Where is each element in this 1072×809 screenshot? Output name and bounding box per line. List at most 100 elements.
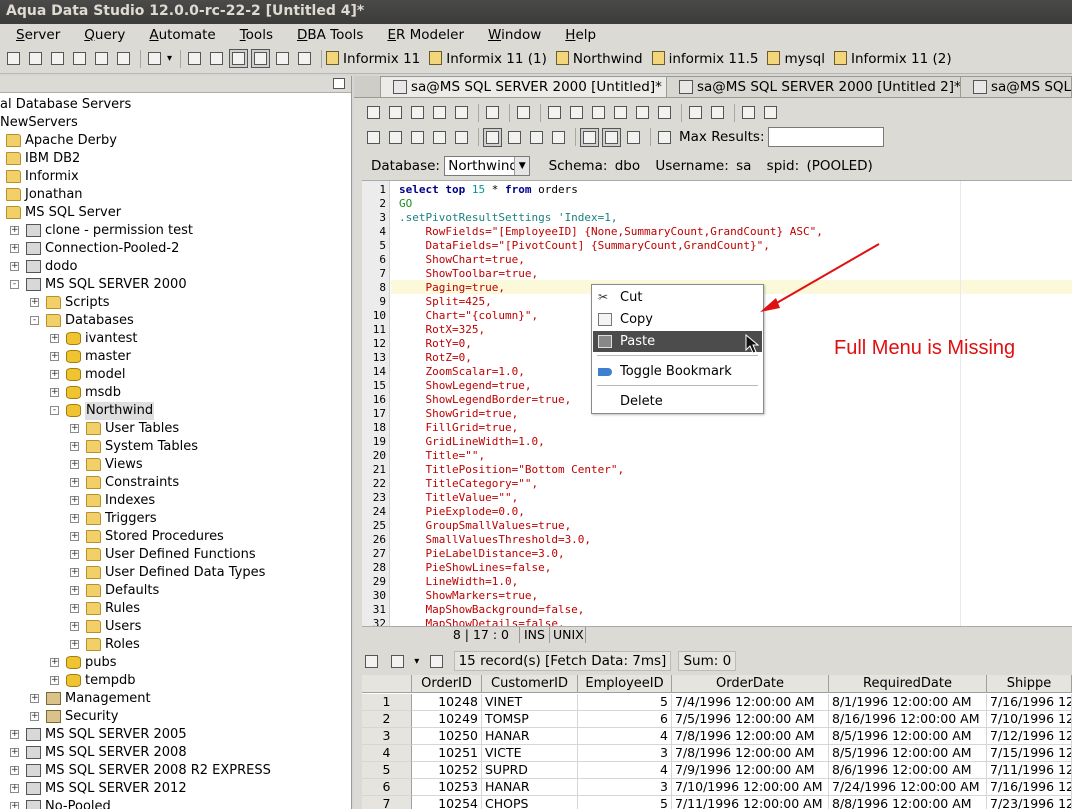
schema-script-icon[interactable] (92, 49, 111, 68)
tree-node[interactable]: + User Tables (0, 420, 351, 438)
expand-icon[interactable]: + (70, 586, 79, 595)
tree-node[interactable]: + System Tables (0, 438, 351, 456)
expand-icon[interactable]: + (10, 262, 19, 271)
menu-automate[interactable]: Automate (137, 24, 227, 46)
tree-node[interactable]: + Connection-Pooled-2 (0, 240, 351, 258)
new-icon[interactable] (364, 103, 383, 122)
export-dropdown-icon[interactable]: ▾ (414, 656, 419, 667)
tree-node[interactable]: + User Defined Functions (0, 546, 351, 564)
expand-icon[interactable]: + (30, 694, 39, 703)
expand-icon[interactable]: + (70, 496, 79, 505)
connection-button[interactable]: Informix 11 (2) (833, 50, 952, 67)
expand-icon[interactable]: + (70, 604, 79, 613)
editor-tab[interactable]: sa@MS SQL (960, 76, 1072, 97)
tree-node[interactable]: + ivantest (0, 330, 351, 348)
row-number[interactable]: 6 (362, 779, 412, 796)
tree-node[interactable]: -MS SQL Server (0, 204, 351, 222)
expand-icon[interactable]: + (50, 676, 59, 685)
expand-icon[interactable]: + (10, 802, 19, 809)
open-icon[interactable] (386, 103, 405, 122)
row-number[interactable]: 2 (362, 711, 412, 728)
chevron-down-icon[interactable]: ▾ (167, 53, 172, 64)
expand-icon[interactable]: + (10, 784, 19, 793)
database-select[interactable]: Northwind ▼ (444, 156, 531, 176)
query-analyzer-icon[interactable] (70, 49, 89, 68)
print-icon[interactable] (483, 103, 502, 122)
expand-icon[interactable]: + (50, 370, 59, 379)
tree-node[interactable]: + model (0, 366, 351, 384)
tree-node[interactable]: +Informix (0, 168, 351, 186)
pivot-icon[interactable] (624, 128, 643, 147)
tree-node[interactable]: NewServers (0, 114, 351, 132)
row-number[interactable]: 5 (362, 762, 412, 779)
tree-node[interactable]: + Security (0, 708, 351, 726)
column-header[interactable]: OrderID (412, 675, 482, 693)
execute-icon[interactable] (386, 128, 405, 147)
tree-node[interactable]: + No-Pooled (0, 798, 351, 809)
connection-button[interactable]: Informix 11 (1) (429, 50, 547, 67)
expand-icon[interactable]: + (10, 730, 19, 739)
commit-icon[interactable] (505, 128, 524, 147)
expand-icon[interactable]: + (70, 550, 79, 559)
select-all-icon[interactable] (545, 103, 564, 122)
results-grid-icon[interactable] (362, 652, 381, 671)
expand-icon[interactable]: + (30, 298, 39, 307)
expand-icon[interactable]: + (30, 712, 39, 721)
context-menu-item-toggle-bookmark[interactable]: Toggle Bookmark (593, 361, 762, 382)
collapse-icon[interactable]: - (30, 316, 39, 325)
save-icon[interactable] (408, 103, 427, 122)
redo-icon[interactable] (655, 103, 674, 122)
tree-node[interactable]: al Database Servers (0, 96, 351, 114)
history-icon[interactable] (145, 49, 164, 68)
tree-node[interactable]: + Views (0, 456, 351, 474)
grid-layout-icon[interactable] (229, 49, 249, 68)
tree-node[interactable]: + Rules (0, 600, 351, 618)
copy-icon[interactable] (589, 103, 608, 122)
tree-node[interactable]: + pubs (0, 654, 351, 672)
expand-icon[interactable]: + (70, 442, 79, 451)
clear-icon[interactable] (655, 128, 674, 147)
expand-icon[interactable]: + (70, 460, 79, 469)
expand-icon[interactable]: + (50, 334, 59, 343)
panel-icon[interactable] (273, 49, 292, 68)
tree-node[interactable]: + Indexes (0, 492, 351, 510)
expand-icon[interactable]: + (70, 568, 79, 577)
expand-icon[interactable]: + (10, 748, 19, 757)
expand-icon[interactable]: + (70, 532, 79, 541)
autocommit-icon[interactable] (549, 128, 568, 147)
editor-tab[interactable]: sa@MS SQL SERVER 2000 [Untitled 2]*✕ (666, 76, 982, 97)
context-menu-item-paste[interactable]: Paste (593, 331, 762, 352)
tree-node[interactable]: + Constraints (0, 474, 351, 492)
save-as-icon[interactable] (430, 103, 449, 122)
expand-icon[interactable]: + (70, 514, 79, 523)
tile-icon[interactable] (185, 49, 204, 68)
tree-node[interactable]: + MS SQL SERVER 2005 (0, 726, 351, 744)
compare-icon[interactable] (114, 49, 133, 68)
maximize-panel-icon[interactable] (333, 78, 345, 89)
expand-icon[interactable]: + (70, 622, 79, 631)
tree-node[interactable]: - Databases (0, 312, 351, 330)
tree-node[interactable]: + User Defined Data Types (0, 564, 351, 582)
comment-icon[interactable] (761, 103, 780, 122)
connection-button[interactable]: Northwind (555, 50, 643, 67)
menu-dba-tools[interactable]: DBA Tools (285, 24, 375, 46)
stop-icon[interactable] (452, 128, 471, 147)
row-number[interactable]: 1 (362, 694, 412, 711)
split-icon[interactable] (207, 49, 226, 68)
menu-server[interactable]: Server (4, 24, 72, 46)
column-header[interactable]: CustomerID (482, 675, 578, 693)
open-file-icon[interactable] (26, 49, 45, 68)
tree-node[interactable]: - MS SQL SERVER 2000 (0, 276, 351, 294)
menu-window[interactable]: Window (476, 24, 553, 46)
tree-node[interactable]: + msdb (0, 384, 351, 402)
tree-node[interactable]: + master (0, 348, 351, 366)
tree-node[interactable]: + Defaults (0, 582, 351, 600)
collapse-icon[interactable]: - (50, 406, 59, 415)
tree-node[interactable]: +Apache Derby (0, 132, 351, 150)
cascade-icon[interactable] (251, 49, 271, 68)
tree-node[interactable]: - Northwind (0, 402, 351, 420)
cut-icon[interactable] (567, 103, 586, 122)
context-menu-item-cut[interactable]: ✂ Cut (593, 287, 762, 308)
menu-tools[interactable]: Tools (228, 24, 285, 46)
tree-node[interactable]: + tempdb (0, 672, 351, 690)
